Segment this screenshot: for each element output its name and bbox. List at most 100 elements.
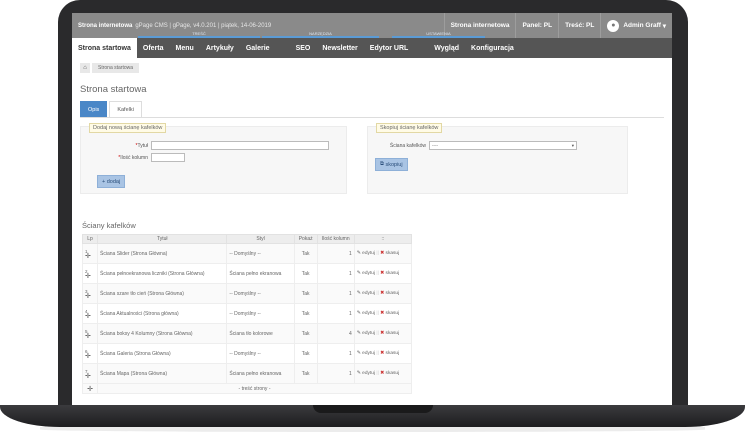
move-icon[interactable]: ✛	[85, 373, 91, 380]
table-footer: - treść strony -	[97, 383, 412, 394]
group-content: TREŚĆ	[138, 31, 260, 38]
group-settings: USTAWIENIA	[392, 31, 485, 38]
edit-link[interactable]: ✎ edytuj	[357, 331, 375, 336]
delete-icon: ✖	[380, 351, 385, 356]
tab-description[interactable]: Opis	[80, 101, 108, 117]
tab-tiles[interactable]: Kafelki	[109, 101, 142, 117]
edit-link[interactable]: ✎ edytuj	[357, 251, 375, 256]
nav-url-editor[interactable]: Edytor URL	[364, 38, 415, 58]
edit-icon: ✎	[356, 251, 361, 256]
row-actions: ✎ edytuj || ✖ skasuj	[353, 363, 413, 384]
edit-link[interactable]: ✎ edytuj	[357, 351, 375, 356]
brand: Strona internetowa	[78, 22, 133, 29]
col-style[interactable]: Styl	[226, 234, 295, 244]
delete-link[interactable]: ✖ skasuj	[380, 331, 399, 336]
laptop-notch	[313, 405, 433, 413]
table-row: 5 ✛ Ściana boksy 4 Kolumny (Strona Główna)…	[81, 323, 413, 344]
row-style: Ściana pełno ekranowa	[226, 263, 295, 284]
screen: Strona internetowa gPage CMS | gPage, v4…	[72, 13, 672, 405]
row-show: Tak	[293, 323, 318, 344]
delete-link[interactable]: ✖ skasuj	[380, 271, 399, 276]
copy-wall-legend: Skopiuj ścianę kafelków	[376, 123, 443, 133]
columns-label: *Ilość kolumn	[118, 154, 148, 161]
col-actions: ::	[353, 234, 413, 244]
col-title[interactable]: Tytuł	[97, 234, 228, 244]
delete-icon: ✖	[380, 271, 385, 276]
group-tools: NARZĘDZIA	[262, 31, 379, 38]
row-actions: ✎ edytuj || ✖ skasuj	[353, 243, 413, 264]
delete-icon: ✖	[380, 371, 385, 376]
footer-move[interactable]: ✛	[81, 383, 99, 394]
chevron-down-icon: ▾	[571, 142, 574, 148]
delete-link[interactable]: ✖ skasuj	[380, 251, 399, 256]
move-icon[interactable]: ✛	[85, 293, 91, 300]
row-title: Ściana Aktualności (Strona główna)	[97, 303, 228, 324]
table-row: 7 ✛ Ściana Mapa (Strona Główna) Ściana pełn…	[81, 363, 413, 384]
table-row: 3 ✛ Ściana szare tło cień (Strona Główna) -…	[81, 283, 413, 304]
delete-icon: ✖	[380, 291, 385, 296]
nav-offer[interactable]: Oferta	[137, 38, 170, 58]
move-icon[interactable]: ✛	[85, 273, 91, 280]
move-icon[interactable]: ✛	[85, 313, 91, 320]
col-show[interactable]: Pokaż	[293, 234, 318, 244]
delete-link[interactable]: ✖ skasuj	[380, 311, 399, 316]
form-panels: Dodaj nową ścianę kafelków *Tytuł *Ilość…	[80, 123, 664, 194]
add-wall-panel: Dodaj nową ścianę kafelków *Tytuł *Ilość…	[80, 123, 347, 194]
row-show: Tak	[293, 243, 318, 264]
nav-home[interactable]: Strona startowa	[72, 38, 137, 58]
content: ⌂ Strona startowa Strona startowa Opis K…	[72, 58, 672, 398]
nav-groups: TREŚĆ NARZĘDZIA USTAWIENIA	[72, 31, 672, 39]
row-lp: 5 ✛	[81, 323, 99, 344]
edit-link[interactable]: ✎ edytuj	[357, 311, 375, 316]
delete-link[interactable]: ✖ skasuj	[380, 351, 399, 356]
row-style: -- Domyślny --	[226, 283, 295, 304]
nav-articles[interactable]: Artykuły	[200, 38, 240, 58]
row-style: -- Domyślny --	[226, 303, 295, 324]
title-label: *Tytuł	[135, 142, 148, 149]
nav-appearance[interactable]: Wygląd	[428, 38, 465, 58]
row-show: Tak	[293, 363, 318, 384]
wall-label: Ściana kafelków	[389, 142, 426, 149]
row-show: Tak	[293, 263, 318, 284]
move-icon[interactable]: ✛	[85, 333, 91, 340]
laptop-shadow	[40, 427, 705, 432]
copy-button[interactable]: ⧉ skopiuj	[375, 158, 408, 171]
col-lp: Lp	[81, 234, 99, 244]
nav-newsletter[interactable]: Newsletter	[316, 38, 363, 58]
delete-icon: ✖	[380, 251, 385, 256]
delete-link[interactable]: ✖ skasuj	[380, 291, 399, 296]
nav-seo[interactable]: SEO	[290, 38, 317, 58]
edit-icon: ✎	[356, 371, 361, 376]
add-button[interactable]: + dodaj	[97, 175, 126, 188]
breadcrumb-item[interactable]: Strona startowa	[92, 63, 140, 73]
page-title: Strona startowa	[80, 84, 147, 95]
nav-menu[interactable]: Menu	[170, 38, 200, 58]
col-columns[interactable]: Ilość kolumn	[316, 234, 355, 244]
move-icon[interactable]: ✛	[87, 386, 93, 393]
nav-galleries[interactable]: Galerie	[240, 38, 276, 58]
row-title: Ściana pełnoekranowa liczniki (Strona Gł…	[97, 263, 228, 284]
edit-link[interactable]: ✎ edytuj	[357, 291, 375, 296]
row-actions: ✎ edytuj || ✖ skasuj	[353, 323, 413, 344]
move-icon[interactable]: ✛	[85, 353, 91, 360]
row-show: Tak	[293, 283, 318, 304]
edit-icon: ✎	[356, 311, 361, 316]
home-icon[interactable]: ⌂	[80, 63, 90, 73]
edit-link[interactable]: ✎ edytuj	[357, 371, 375, 376]
delete-link[interactable]: ✖ skasuj	[380, 371, 399, 376]
columns-input[interactable]	[151, 153, 185, 162]
wall-select[interactable]: ---- ▾	[429, 141, 577, 150]
title-input[interactable]	[151, 141, 329, 150]
user-name: Admin Graff	[623, 22, 661, 29]
table-row: 4 ✛ Ściana Aktualności (Strona główna) -- D…	[81, 303, 413, 324]
edit-link[interactable]: ✎ edytuj	[357, 271, 375, 276]
nav-configuration[interactable]: Konfiguracja	[465, 38, 520, 58]
row-style: Ściana tło kolorowe	[226, 323, 295, 344]
row-lp: 3 ✛	[81, 283, 99, 304]
table-row: 6 ✛ Ściana Galeria (Strona Główna) -- Domyś…	[81, 343, 413, 364]
walls-title: Ściany kafelków	[82, 221, 136, 230]
table-row: 2 ✛ Ściana pełnoekranowa liczniki (Strona …	[81, 263, 413, 284]
move-icon[interactable]: ✛	[85, 253, 91, 260]
edit-icon: ✎	[356, 291, 361, 296]
row-columns: 1	[316, 263, 355, 284]
